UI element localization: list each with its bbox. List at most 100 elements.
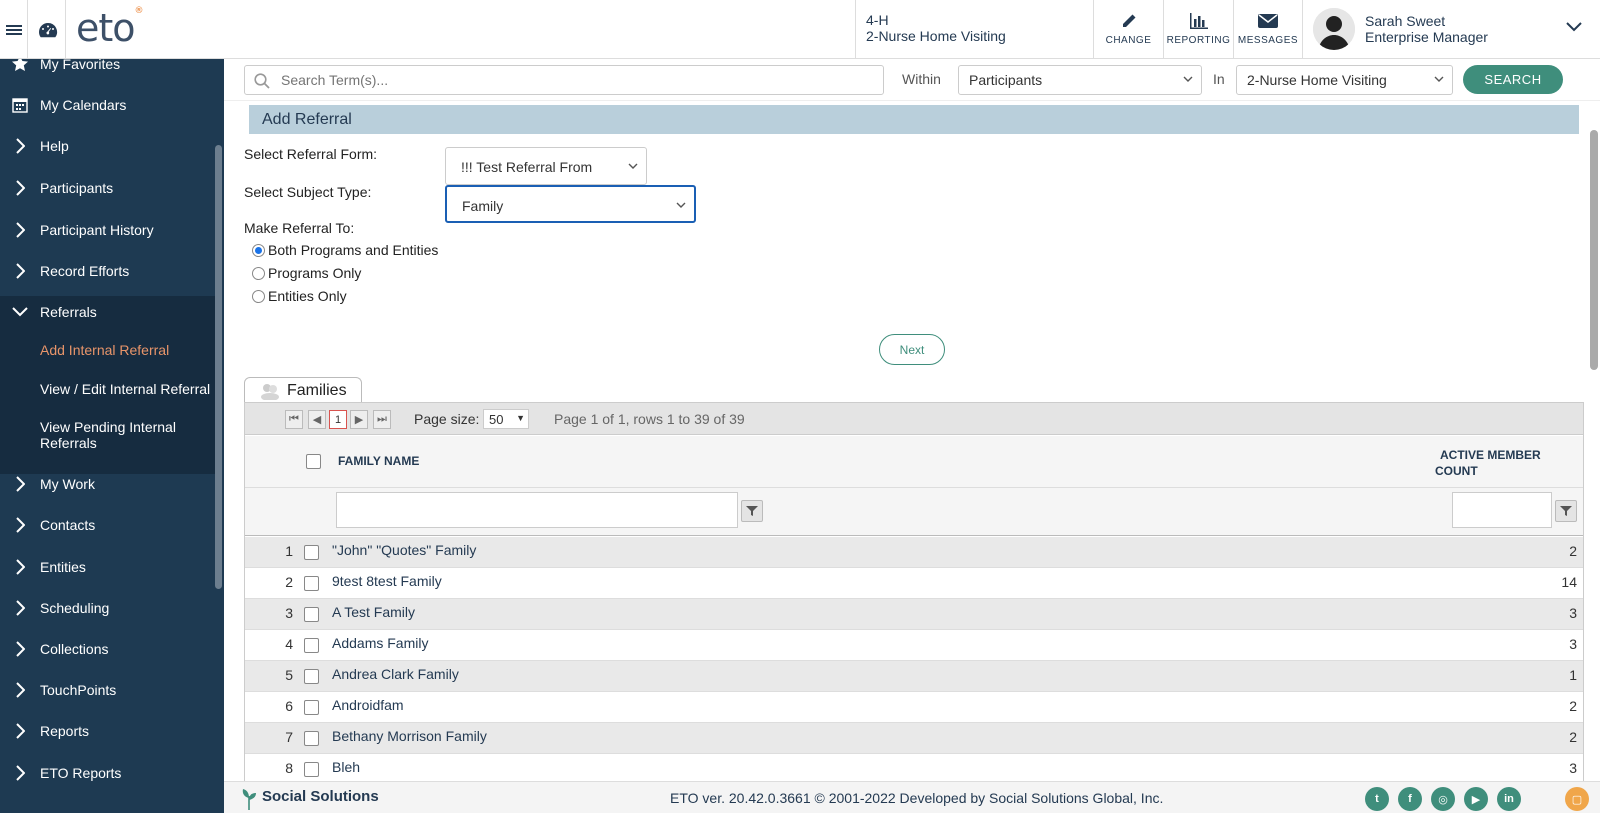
row-checkbox[interactable] <box>304 762 319 777</box>
sidebar-scrollbar[interactable] <box>215 145 222 589</box>
family-name-filter-input[interactable] <box>336 492 738 528</box>
footer-brand[interactable]: Social Solutions <box>262 788 379 805</box>
sidebar-subitem-view-edit-internal-referral[interactable]: View / Edit Internal Referral <box>40 381 220 397</box>
search-button[interactable]: SEARCH <box>1463 65 1563 94</box>
user-menu[interactable]: Sarah Sweet Enterprise Manager <box>1302 0 1600 59</box>
option-label: Both Programs and Entities <box>268 242 439 258</box>
in-select[interactable]: 2-Nurse Home Visiting <box>1236 65 1453 95</box>
next-button[interactable]: Next <box>879 334 945 365</box>
table-row[interactable]: 3 A Test Family 3 <box>245 599 1583 630</box>
family-name-link[interactable]: Andrea Clark Family <box>332 666 459 682</box>
radio-both-programs-entities[interactable] <box>252 244 265 257</box>
last-page-button[interactable]: ⏭ <box>373 410 391 429</box>
family-name-link[interactable]: "John" "Quotes" Family <box>332 542 476 558</box>
current-page-button[interactable]: 1 <box>329 410 347 429</box>
tab-families[interactable]: Families <box>244 377 362 403</box>
sidebar-subitem-add-internal-referral[interactable]: Add Internal Referral <box>40 342 220 358</box>
row-checkbox[interactable] <box>304 669 319 684</box>
next-page-button[interactable]: ▶ <box>350 410 368 429</box>
eto-logo[interactable]: eto® <box>76 6 144 50</box>
filter-icon[interactable] <box>1555 500 1577 522</box>
family-name-link[interactable]: Androidfam <box>332 697 404 713</box>
page-size-label: Page size: <box>414 411 480 427</box>
radio-programs-only[interactable] <box>252 267 265 280</box>
option-label: Programs Only <box>268 265 362 281</box>
hamburger-menu-icon[interactable] <box>0 0 28 59</box>
first-page-button[interactable]: ⏮ <box>285 410 303 429</box>
sidebar-item-reports[interactable]: Reports <box>0 711 216 751</box>
instagram-icon[interactable]: ◎ <box>1431 787 1455 811</box>
sidebar-item-label: My Work <box>40 476 95 492</box>
column-header-family-name[interactable]: FAMILY NAME <box>338 454 419 468</box>
in-select-value: 2-Nurse Home Visiting <box>1247 72 1387 88</box>
row-checkbox[interactable] <box>304 545 319 560</box>
subject-type-select[interactable]: Family <box>445 185 696 223</box>
member-count: 3 <box>1569 636 1577 652</box>
chevron-down-icon[interactable] <box>1566 22 1582 32</box>
filter-icon[interactable] <box>741 500 763 522</box>
sidebar-item-label: TouchPoints <box>40 682 117 698</box>
messages-button[interactable]: MESSAGES <box>1233 0 1302 59</box>
page-size-select[interactable]: 50 ▼ <box>483 409 529 429</box>
row-number: 2 <box>285 574 293 590</box>
sidebar-item-label: Entities <box>40 559 86 575</box>
within-select[interactable]: Participants <box>958 65 1202 95</box>
youtube-icon[interactable]: ▶ <box>1464 787 1488 811</box>
sidebar-item-my-calendars[interactable]: My Calendars <box>0 85 216 125</box>
sidebar-item-scheduling[interactable]: Scheduling <box>0 588 216 628</box>
radio-entities-only[interactable] <box>252 290 265 303</box>
sidebar-subitem-view-pending-internal-referrals[interactable]: View Pending Internal Referrals <box>40 419 220 451</box>
table-row[interactable]: 6 Androidfam 2 <box>245 692 1583 723</box>
sidebar-item-my-work[interactable]: My Work <box>0 464 216 504</box>
row-checkbox[interactable] <box>304 700 319 715</box>
subject-type-label: Select Subject Type: <box>244 184 372 200</box>
sidebar-item-record-efforts[interactable]: Record Efforts <box>0 251 216 291</box>
dashboard-icon[interactable] <box>30 0 66 59</box>
table-row[interactable]: 2 9test 8test Family 14 <box>245 568 1583 599</box>
sidebar-item-help[interactable]: Help <box>0 126 216 166</box>
family-name-link[interactable]: Bethany Morrison Family <box>332 728 487 744</box>
change-button[interactable]: CHANGE <box>1093 0 1163 59</box>
search-input[interactable] <box>244 65 884 95</box>
sidebar-item-participants[interactable]: Participants <box>0 168 216 208</box>
chat-icon[interactable]: ▢ <box>1565 787 1589 811</box>
table-row[interactable]: 8 Bleh 3 <box>245 754 1583 781</box>
chevron-right-icon <box>0 600 40 616</box>
select-all-checkbox[interactable] <box>306 454 321 469</box>
member-count: 2 <box>1569 729 1577 745</box>
sidebar-item-entities[interactable]: Entities <box>0 547 216 587</box>
referral-form-select[interactable]: !!! Test Referral From <box>445 147 647 185</box>
chevron-right-icon <box>0 723 40 739</box>
prev-page-button[interactable]: ◀ <box>308 410 326 429</box>
linkedin-icon[interactable]: in <box>1497 787 1521 811</box>
row-checkbox[interactable] <box>304 576 319 591</box>
row-checkbox[interactable] <box>304 731 319 746</box>
row-number: 1 <box>285 543 293 559</box>
family-name-link[interactable]: Bleh <box>332 759 360 775</box>
top-header: eto® 4-H 2-Nurse Home Visiting CHANGE RE… <box>0 0 1600 59</box>
sidebar-item-participant-history[interactable]: Participant History <box>0 210 216 250</box>
row-checkbox[interactable] <box>304 638 319 653</box>
column-header-active-member-count[interactable]: ACTIVE MEMBER COUNT <box>1435 447 1541 479</box>
sidebar-item-referrals[interactable]: Referrals <box>0 292 216 332</box>
member-count: 14 <box>1561 574 1577 590</box>
main-scrollbar[interactable] <box>1590 130 1598 370</box>
sidebar-item-touchpoints[interactable]: TouchPoints <box>0 670 216 710</box>
family-name-link[interactable]: A Test Family <box>332 604 415 620</box>
family-name-link[interactable]: Addams Family <box>332 635 428 651</box>
sidebar-item-my-favorites[interactable]: My Favorites <box>0 59 216 84</box>
sidebar-item-collections[interactable]: Collections <box>0 629 216 669</box>
table-row[interactable]: 1 "John" "Quotes" Family 2 <box>245 537 1583 568</box>
twitter-icon[interactable]: t <box>1365 787 1389 811</box>
reporting-button[interactable]: REPORTING <box>1163 0 1233 59</box>
sidebar-item-contacts[interactable]: Contacts <box>0 505 216 545</box>
sidebar-item-eto-reports[interactable]: ETO Reports <box>0 753 216 793</box>
table-row[interactable]: 4 Addams Family 3 <box>245 630 1583 661</box>
row-checkbox[interactable] <box>304 607 319 622</box>
table-row[interactable]: 5 Andrea Clark Family 1 <box>245 661 1583 692</box>
family-name-link[interactable]: 9test 8test Family <box>332 573 442 589</box>
table-row[interactable]: 7 Bethany Morrison Family 2 <box>245 723 1583 754</box>
facebook-icon[interactable]: f <box>1398 787 1422 811</box>
member-count-filter-input[interactable] <box>1452 492 1552 528</box>
program-line-2: 2-Nurse Home Visiting <box>866 28 1006 44</box>
